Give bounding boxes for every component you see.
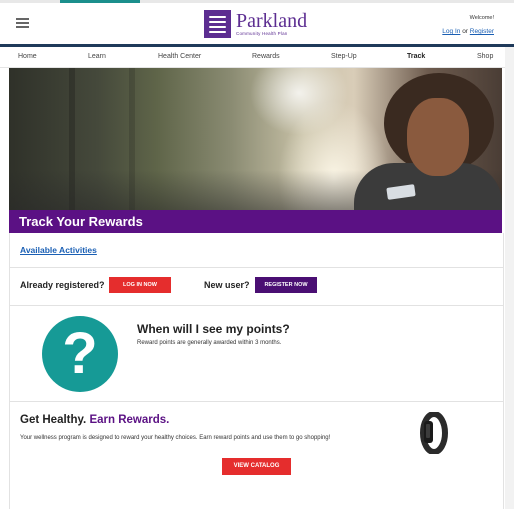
registration-section: Already registered? LOG IN NOW New user?… [9,268,504,306]
scrollbar[interactable] [505,47,514,509]
already-registered-label: Already registered? [20,280,105,290]
nav-item-rewards[interactable]: Rewards [252,53,280,60]
rewards-section: Get Healthy. Earn Rewards. Your wellness… [9,402,504,509]
rewards-title: Get Healthy. Earn Rewards. [20,414,169,426]
rewards-title-accent: Earn Rewards. [89,414,170,426]
page-title: Track Your Rewards [19,214,143,229]
fitness-band-icon [420,412,448,454]
question-mark-icon: ? [42,316,118,392]
auth-links: Log In or Register [442,28,494,35]
main-nav: Home Learn Health Center Rewards Step-Up… [0,47,514,68]
nav-item-home[interactable]: Home [18,53,37,60]
nav-item-learn[interactable]: Learn [88,53,106,60]
hamburger-menu-icon[interactable] [16,18,29,28]
available-activities-link[interactable]: Available Activities [20,245,97,255]
nav-item-step-up[interactable]: Step-Up [331,53,357,60]
welcome-text: Welcome! [469,15,494,21]
site-header: Parkland Community Health Plan Welcome! … [0,3,514,45]
rewards-title-plain: Get Healthy. [20,414,87,426]
nav-item-health-center[interactable]: Health Center [158,53,201,60]
view-catalog-button[interactable]: VIEW CATALOG [222,458,291,475]
hero-image [9,68,502,210]
parkland-logo-mark-icon [204,10,231,38]
register-now-button[interactable]: REGISTER NOW [255,277,317,293]
points-description: Reward points are generally awarded with… [137,340,282,346]
rewards-description: Your wellness program is designed to rew… [20,435,331,441]
logo-subtitle: Community Health Plan [236,31,288,37]
points-section: ? When will I see my points? Reward poin… [9,306,504,402]
page-title-banner: Track Your Rewards [9,210,502,233]
parkland-logo[interactable]: Parkland Community Health Plan [204,9,307,39]
login-link[interactable]: Log In [442,28,460,35]
register-link[interactable]: Register [470,28,494,35]
or-text: or [462,28,468,35]
points-title: When will I see my points? [137,322,290,336]
nav-item-shop[interactable]: Shop [477,53,493,60]
logo-title: Parkland [236,10,308,33]
nav-item-track[interactable]: Track [407,53,425,60]
log-in-now-button[interactable]: LOG IN NOW [109,277,171,293]
new-user-label: New user? [204,280,250,290]
activities-section: Available Activities [9,233,504,268]
